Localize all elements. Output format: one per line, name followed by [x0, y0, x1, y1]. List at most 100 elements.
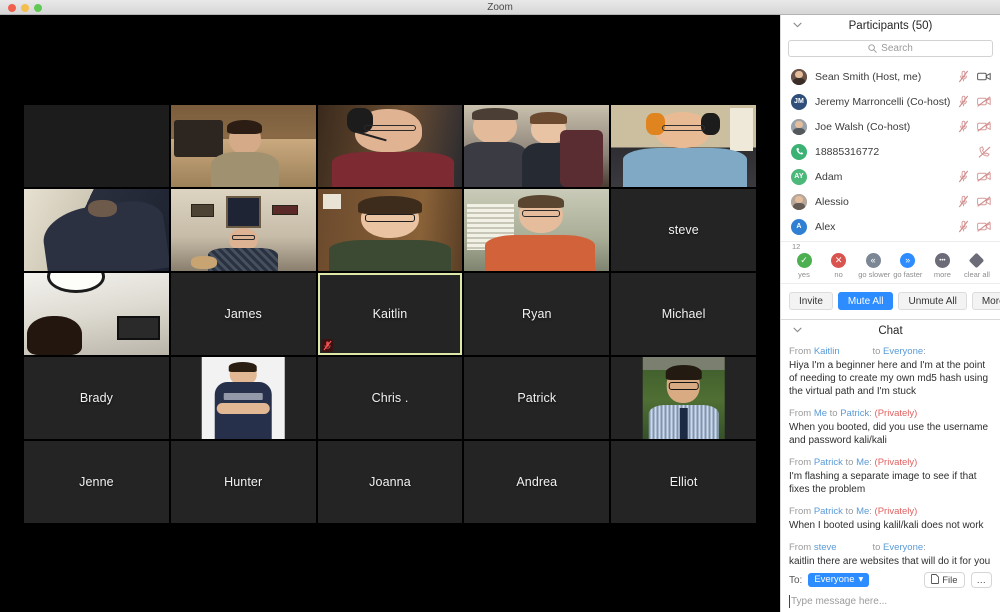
check-icon: ✓ [796, 253, 812, 268]
participant-row[interactable]: Joe Walsh (Co-host) [781, 114, 1000, 139]
video-tile-5[interactable] [611, 105, 756, 187]
participant-row[interactable]: Sean Smith (Host, me) [781, 64, 1000, 89]
search-input[interactable]: Search [788, 40, 993, 57]
video-tile-kaitlin[interactable]: Kaitlin [317, 273, 463, 355]
reaction-count-badge: 12 [792, 242, 801, 251]
window-title: Zoom [487, 2, 513, 13]
video-off-icon[interactable] [977, 196, 991, 207]
video-tile-20[interactable] [611, 357, 756, 439]
chevron-down-icon[interactable] [793, 15, 802, 37]
chat-from-label: From [789, 346, 814, 357]
video-off-icon[interactable] [977, 96, 991, 107]
reaction-clear-all[interactable]: clear all [962, 252, 992, 279]
video-tile-9[interactable] [464, 189, 610, 271]
participant-row[interactable]: A Alex [781, 214, 1000, 239]
avatar [791, 68, 807, 85]
participant-name: Joe Walsh (Co-host) [815, 120, 911, 133]
video-off-icon [977, 196, 991, 207]
chat-more-options-button[interactable]: … [970, 572, 992, 588]
chat-recipient-value: Everyone [814, 574, 855, 585]
mic-muted-icon[interactable] [958, 120, 969, 133]
muted-mic-icon [958, 120, 969, 133]
reaction-more[interactable]: ••• more [927, 253, 957, 279]
chat-message-text: When I booted using kalil/kali does not … [789, 520, 984, 531]
chat-recipient-dropdown[interactable]: Everyone ▾ [808, 573, 870, 587]
chevron-down-icon[interactable] [793, 320, 802, 342]
video-off-icon[interactable] [977, 121, 991, 132]
video-tile-ryan[interactable]: Ryan [464, 273, 610, 355]
participant-video-feed [24, 189, 169, 271]
video-tile-joanna[interactable]: Joanna [317, 441, 463, 523]
reaction-label: clear all [964, 270, 990, 279]
search-icon [868, 44, 877, 53]
participant-row[interactable]: JM Jeremy Marroncelli (Co-host) [781, 89, 1000, 114]
mic-muted-icon[interactable] [958, 195, 969, 208]
participant-name-label: Ryan [521, 307, 552, 321]
chat-from-label: From [789, 408, 814, 419]
avatar [791, 118, 807, 135]
video-tile-elliot[interactable]: Elliot [611, 441, 756, 523]
zoom-window: Zoom steve James Kaitlin Ryan Michael Brady Ch… [0, 0, 1000, 612]
mic-muted-icon[interactable] [958, 70, 969, 83]
invite-button[interactable]: Invite [789, 292, 833, 310]
participant-name: Jeremy Marroncelli (Co-host) [815, 95, 951, 108]
participant-row[interactable]: AY Adam [781, 164, 1000, 189]
video-tile-3[interactable] [317, 105, 463, 187]
unmute-all-button[interactable]: Unmute All [898, 292, 967, 310]
participant-video-feed [170, 105, 316, 187]
video-tile-17[interactable] [170, 357, 316, 439]
video-tile-michael[interactable]: Michael [611, 273, 756, 355]
reaction-go-faster[interactable]: » go faster [893, 253, 923, 279]
video-off-icon[interactable] [977, 221, 991, 232]
video-tile-james[interactable]: James [170, 273, 316, 355]
participants-header: Participants (50) [781, 15, 1000, 37]
video-tile-hunter[interactable]: Hunter [170, 441, 316, 523]
video-tile-7[interactable] [170, 189, 316, 271]
video-tile-6[interactable] [24, 189, 169, 271]
mic-muted-icon[interactable] [958, 95, 969, 108]
video-on-icon[interactable] [977, 71, 991, 82]
video-tile-8[interactable] [317, 189, 463, 271]
chat-from-label: From [789, 457, 814, 468]
participant-name-label: Jenne [79, 475, 114, 489]
video-tile-2[interactable] [170, 105, 316, 187]
video-tile-brady[interactable]: Brady [24, 357, 169, 439]
chat-message-header: From Patrick to Me: (Privately) [789, 505, 992, 518]
participant-row[interactable]: 18885316772 [781, 139, 1000, 164]
reaction-yes[interactable]: ✓ yes [789, 253, 819, 279]
participant-name-label: Andrea [516, 475, 558, 489]
video-off-icon[interactable] [977, 171, 991, 182]
participant-name-label: Joanna [369, 475, 411, 489]
video-tile-andrea[interactable]: Andrea [464, 441, 610, 523]
chat-message-input[interactable]: Type message here... [789, 595, 992, 608]
video-tile-jenne[interactable]: Jenne [24, 441, 169, 523]
muted-mic-icon [958, 220, 969, 233]
video-tile-4[interactable] [464, 105, 610, 187]
mic-muted-icon[interactable] [958, 220, 969, 233]
video-tile-steve[interactable]: steve [611, 189, 756, 271]
reaction-no[interactable]: ✕ no [824, 253, 854, 279]
muted-mic-icon [958, 95, 969, 108]
chat-from-label: From [789, 506, 814, 517]
video-tile-11[interactable] [24, 273, 169, 355]
avatar [791, 193, 807, 210]
reaction-go-slower[interactable]: « go slower [858, 253, 890, 279]
participant-row[interactable]: Alessio [781, 189, 1000, 214]
mute-all-button[interactable]: Mute All [837, 292, 894, 310]
mic-muted-icon[interactable] [958, 170, 969, 183]
avatar [791, 143, 807, 160]
video-off-icon [977, 96, 991, 107]
phone-muted-icon[interactable] [978, 145, 991, 158]
video-tile-patrick[interactable]: Patrick [464, 357, 610, 439]
video-off-icon [977, 171, 991, 182]
avatar: AY [791, 168, 807, 185]
send-file-button[interactable]: File [924, 572, 965, 588]
participant-video-feed [317, 189, 463, 271]
video-tile-1[interactable] [24, 105, 169, 187]
participant-name: Alex [815, 220, 836, 233]
more-participants-button[interactable]: More ▾ [971, 292, 1000, 310]
chat-message-text: kaitlin there are websites that will do … [789, 556, 991, 566]
avatar: A [791, 218, 807, 235]
participant-video-feed [170, 189, 316, 271]
video-tile-chris[interactable]: Chris . [317, 357, 463, 439]
